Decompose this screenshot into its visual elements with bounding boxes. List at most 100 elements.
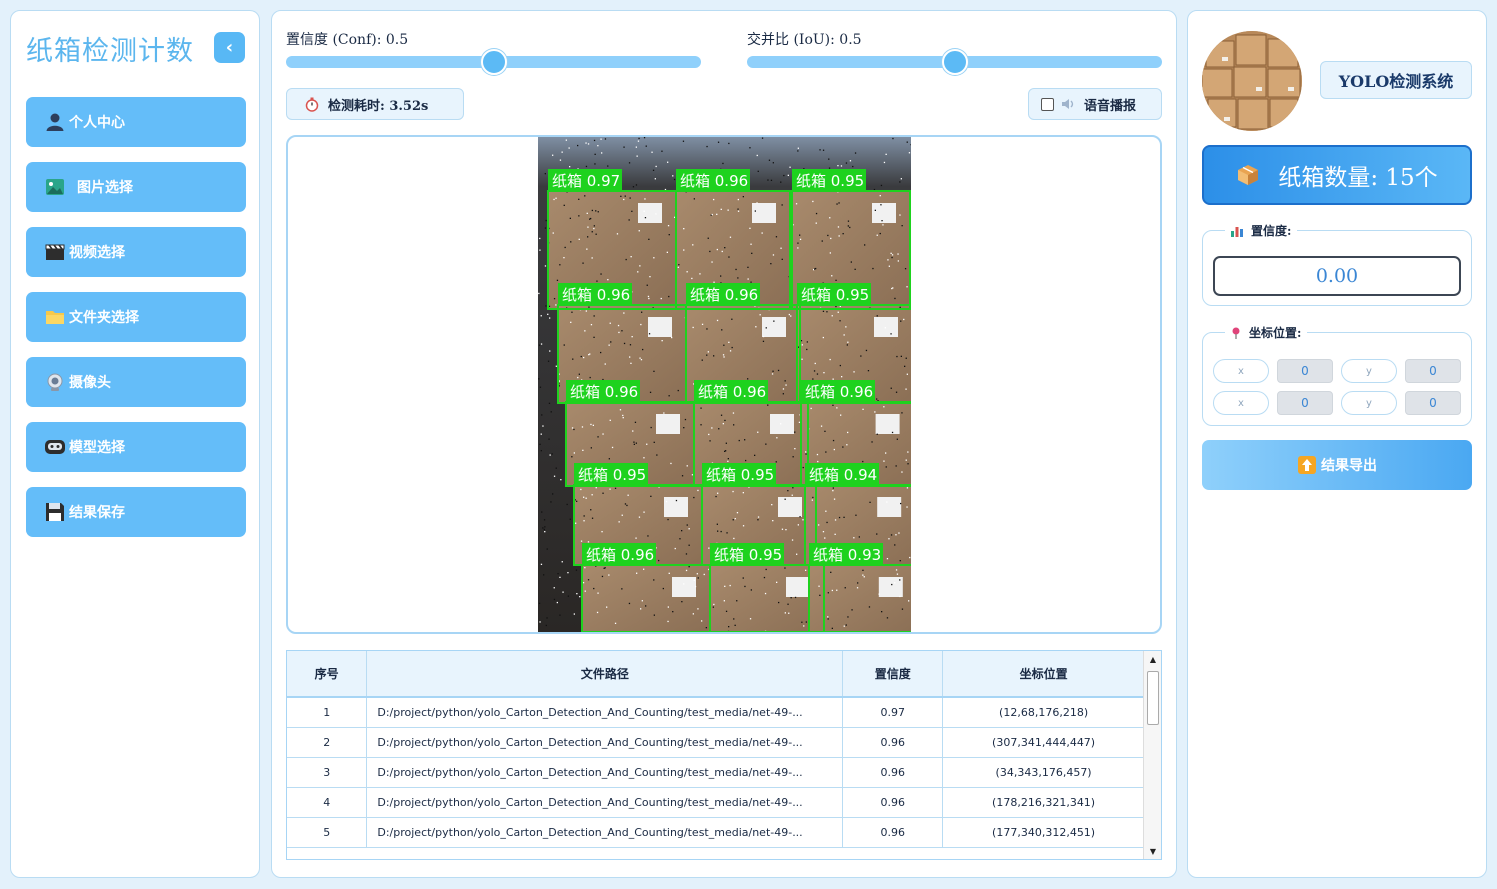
voice-broadcast-toggle[interactable]: 语音播报 (1028, 88, 1162, 120)
noise-speck (899, 181, 901, 183)
noise-speck (842, 233, 844, 235)
noise-speck (729, 584, 731, 587)
noise-speck (909, 556, 911, 559)
noise-speck (640, 359, 643, 361)
conf-slider-handle[interactable] (480, 49, 507, 75)
iou-slider[interactable] (747, 49, 1162, 75)
table-row[interactable]: 4 D:/project/python/yolo_Carton_Detection… (287, 787, 1145, 818)
table-row[interactable]: 1 D:/project/python/yolo_Carton_Detection… (287, 697, 1145, 728)
noise-speck (737, 210, 740, 212)
noise-speck (693, 579, 695, 581)
noise-speck (641, 600, 643, 602)
column-header-coordinates[interactable]: 坐标位置 (942, 651, 1145, 698)
noise-speck (735, 268, 737, 271)
scroll-down-arrow-icon[interactable]: ▼ (1144, 843, 1161, 859)
sidebar-item-image-select[interactable]: 图片选择 (26, 162, 246, 212)
cell-coordinates: (12,68,176,218) (942, 697, 1145, 728)
noise-speck (579, 596, 581, 598)
noise-speck (686, 465, 688, 467)
column-header-index[interactable]: 序号 (287, 651, 368, 698)
noise-speck (562, 591, 564, 593)
noise-speck (762, 335, 765, 338)
noise-speck (767, 404, 769, 406)
sidebar-item-label: 文件夹选择 (69, 310, 139, 326)
table-row[interactable]: 2 D:/project/python/yolo_Carton_Detection… (287, 727, 1145, 758)
noise-speck (638, 230, 640, 232)
sidebar-item-model-select[interactable]: 模型选择 (26, 422, 246, 472)
noise-speck (571, 456, 573, 458)
noise-speck (729, 236, 732, 238)
noise-speck (883, 406, 885, 408)
sidebar-item-folder-select[interactable]: 文件夹选择 (26, 292, 246, 342)
noise-speck (832, 487, 834, 489)
noise-speck (797, 524, 799, 526)
collapse-sidebar-button[interactable]: ‹ (214, 32, 245, 63)
noise-speck (819, 149, 821, 151)
conf-slider[interactable] (286, 49, 701, 75)
detection-label: 纸箱 0.95 (706, 466, 774, 484)
table-scrollbar[interactable]: ▲ ▼ (1143, 651, 1161, 859)
noise-speck (754, 210, 756, 212)
noise-speck (831, 315, 833, 317)
noise-speck (596, 611, 599, 614)
cell-coordinates: (177,340,312,451) (942, 817, 1145, 848)
noise-speck (900, 320, 902, 322)
noise-speck (561, 561, 563, 563)
noise-speck (663, 412, 665, 414)
noise-speck (580, 488, 582, 491)
sidebar-item-save-results[interactable]: 结果保存 (26, 487, 246, 537)
noise-speck (724, 585, 726, 587)
noise-speck (750, 243, 752, 245)
noise-speck (858, 536, 860, 538)
noise-speck (830, 237, 832, 240)
column-header-confidence[interactable]: 置信度 (842, 651, 944, 698)
noise-speck (791, 539, 794, 541)
noise-speck (631, 210, 633, 212)
voice-checkbox[interactable] (1041, 97, 1054, 111)
noise-speck (623, 342, 626, 345)
noise-speck (864, 244, 866, 246)
table-row[interactable]: 5 D:/project/python/yolo_Carton_Detection… (287, 817, 1145, 848)
sidebar-item-camera[interactable]: 摄像头 (26, 357, 246, 407)
scroll-up-arrow-icon[interactable]: ▲ (1144, 651, 1161, 667)
sidebar-item-personal-center[interactable]: 个人中心 (26, 97, 246, 147)
cell-confidence: 0.96 (842, 787, 944, 818)
column-header-file-path[interactable]: 文件路径 (366, 651, 844, 698)
noise-speck (723, 344, 725, 346)
noise-speck (708, 433, 710, 436)
noise-speck (784, 612, 786, 614)
noise-speck (725, 442, 727, 444)
noise-speck (685, 569, 688, 572)
noise-speck (797, 150, 799, 152)
export-results-button[interactable]: 结果导出 (1202, 440, 1472, 490)
sidebar-item-label: 个人中心 (69, 115, 125, 131)
noise-speck (783, 174, 785, 177)
noise-speck (553, 598, 556, 601)
noise-speck (828, 167, 831, 169)
sidebar-item-video-select[interactable]: 视频选择 (26, 227, 246, 277)
noise-speck (569, 518, 571, 520)
noise-speck (818, 585, 820, 587)
noise-speck (587, 236, 589, 238)
table-row[interactable]: 3 D:/project/python/yolo_Carton_Detection… (287, 757, 1145, 788)
noise-speck (854, 152, 857, 154)
noise-speck (838, 202, 840, 204)
noise-speck (812, 378, 814, 380)
noise-speck (621, 588, 623, 590)
noise-speck (596, 280, 598, 282)
scrollbar-thumb[interactable] (1147, 671, 1159, 725)
noise-speck (683, 228, 685, 230)
noise-speck (826, 521, 828, 524)
iou-slider-handle[interactable] (941, 49, 968, 75)
noise-speck (544, 227, 547, 229)
detection-label: 纸箱 0.94 (809, 466, 877, 484)
noise-speck (594, 163, 596, 165)
noise-speck (701, 359, 703, 361)
image-icon (44, 176, 66, 198)
noise-speck (831, 275, 833, 277)
noise-speck (563, 204, 565, 206)
table-header-row: 序号 文件路径 置信度 坐标位置 (287, 651, 1145, 698)
noise-speck (891, 254, 894, 256)
noise-speck (750, 589, 752, 591)
noise-speck (643, 511, 645, 513)
